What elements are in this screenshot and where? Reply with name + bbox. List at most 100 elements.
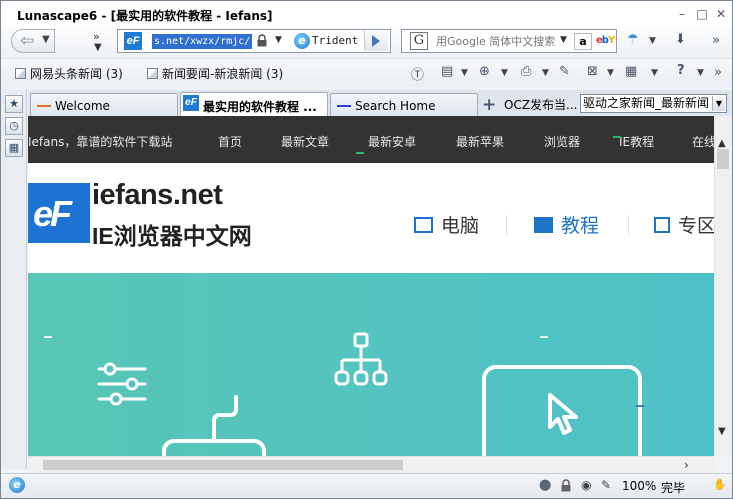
layout-dropdown-icon[interactable]: ▼	[651, 68, 658, 78]
scroll-up-icon[interactable]: ▲	[718, 138, 726, 149]
tv-icon[interactable]: Ⓣ	[411, 64, 424, 83]
help-icon[interactable]: ?	[677, 63, 685, 78]
tab-welcome[interactable]: Welcome	[30, 93, 178, 116]
tools-icon[interactable]: ✎	[559, 64, 570, 79]
ebay-icon[interactable]: ebY	[596, 35, 615, 46]
category-computer[interactable]: 电脑	[414, 211, 479, 238]
security-shield-icon[interactable]: ⬤	[539, 478, 551, 491]
google-icon[interactable]: G	[410, 32, 428, 50]
site-slogan[interactable]: Iefans，靠谱的软件下载站	[28, 133, 172, 150]
hand-cursor-icon[interactable]: ✋	[713, 478, 727, 491]
scroll-down-icon[interactable]: ▼	[718, 426, 726, 437]
tab-overflow-label[interactable]: OCZ发布当...	[504, 96, 578, 113]
site-logo-english[interactable]: iefans.net	[92, 179, 223, 212]
download-icon[interactable]: ⬇	[675, 32, 686, 47]
rendering-engine-icon[interactable]: e	[294, 33, 310, 49]
amazon-icon[interactable]: a	[574, 33, 592, 50]
print-dropdown-icon[interactable]: ▼	[542, 68, 549, 78]
favorites-star-icon[interactable]: ★	[5, 95, 23, 113]
page-viewport: Iefans，靠谱的软件下载站 首页 最新文章 最新安卓 最新苹果 浏览器 IE…	[28, 116, 714, 456]
go-arrow-icon	[372, 35, 380, 47]
category-zone[interactable]: 专区	[654, 211, 714, 238]
bookmarks-bar: 网易头条新闻 (3) 新闻要闻-新浪新闻 (3) Ⓣ ▤ ▼ ⊕ ▼ ⎙ ▼ ✎…	[1, 58, 732, 87]
new-tab-button[interactable]: +	[482, 95, 496, 115]
page-dropdown-icon[interactable]: ▼	[461, 68, 468, 78]
go-button[interactable]	[364, 31, 388, 51]
bookmarks-more-icon[interactable]: »	[714, 65, 722, 80]
decorative-dash	[540, 336, 548, 338]
tab-strip: Welcome eF 最实用的软件教程 ... Search Home + OC…	[28, 90, 732, 116]
category-label: 专区	[678, 215, 714, 237]
lock-icon	[257, 34, 267, 47]
maximize-button[interactable]: □	[692, 5, 712, 23]
address-input[interactable]: s.net/xwzx/rmjc/	[152, 34, 253, 49]
browser-window: Lunascape6 - [最实用的软件教程 - Iefans] – □ ✕ ⇦…	[0, 0, 733, 499]
site-top-nav: Iefans，靠谱的软件下载站 首页 最新文章 最新安卓 最新苹果 浏览器 IE…	[28, 116, 714, 163]
search-dropdown-icon[interactable]: ▼	[560, 35, 567, 45]
side-panel: ★ ◷ ▦	[1, 89, 27, 469]
minimize-button[interactable]: –	[672, 5, 692, 23]
site-nav-home[interactable]: 首页	[218, 133, 242, 150]
scroll-right-icon[interactable]: ›	[684, 458, 689, 472]
settings-sliders-icon	[97, 362, 147, 406]
back-dropdown-icon[interactable]: ▼	[42, 34, 50, 45]
address-dropdown-icon[interactable]: ▼	[275, 35, 282, 45]
sitemap-icon	[334, 332, 388, 386]
plug-device-icon	[162, 395, 266, 456]
site-nav-apple[interactable]: 最新苹果	[456, 133, 504, 150]
print-icon[interactable]: ⎙	[521, 64, 531, 79]
title-bar: Lunascape6 - [最实用的软件教程 - Iefans] – □ ✕	[1, 1, 732, 27]
ie-engine-icon[interactable]: e	[9, 477, 25, 493]
site-nav-ie-tutorial[interactable]: IE教程	[619, 133, 654, 150]
search-bar[interactable]: G ▼ a ebY	[401, 29, 617, 53]
horizontal-scrollbar[interactable]: ‹ ›	[28, 456, 714, 473]
horizontal-scroll-thumb[interactable]	[43, 460, 403, 470]
tab-iefans[interactable]: eF 最实用的软件教程 ...	[180, 92, 328, 116]
vertical-scrollbar[interactable]: ▲ ▼	[714, 116, 731, 456]
tab-list-select[interactable]: 驱动之家新闻_最新新闻 ▼	[580, 94, 727, 113]
category-divider	[628, 215, 629, 235]
layout-icon[interactable]: ▦	[625, 64, 637, 79]
page-icon[interactable]: ▤	[441, 64, 453, 79]
monitor-cursor-icon	[482, 365, 642, 456]
site-logo-mark[interactable]: eF	[28, 183, 90, 243]
forward-dropdown-icon[interactable]: ▼	[94, 42, 102, 53]
eye-icon[interactable]: ◉	[581, 478, 591, 492]
close-button[interactable]: ✕	[711, 5, 731, 23]
decorative-dash	[636, 405, 644, 407]
new-tab-tool-dropdown-icon[interactable]: ▼	[501, 68, 508, 78]
zoom-level[interactable]: 100%	[622, 479, 656, 493]
pencil-icon[interactable]: ✎	[601, 478, 611, 492]
search-input[interactable]	[436, 33, 560, 49]
toolbar-more-icon[interactable]: »	[712, 33, 720, 48]
site-nav-android[interactable]: 最新安卓	[368, 133, 416, 150]
chevron-down-icon[interactable]: ▼	[712, 96, 725, 111]
window-title: Lunascape6 - [最实用的软件教程 - Iefans]	[17, 9, 273, 23]
feeds-icon[interactable]: ▦	[5, 139, 23, 157]
help-dropdown-icon[interactable]: ▼	[697, 68, 704, 78]
site-logo-chinese[interactable]: IE浏览器中文网	[92, 217, 252, 251]
decorative-dash	[44, 336, 52, 338]
back-button[interactable]: ⇦ ▼	[11, 29, 55, 53]
category-label: 教程	[561, 215, 600, 237]
tab-label: Search Home	[355, 99, 436, 113]
site-nav-latest[interactable]: 最新文章	[281, 133, 329, 150]
close-page-dropdown-icon[interactable]: ▼	[607, 68, 614, 78]
site-nav-browser[interactable]: 浏览器	[544, 133, 580, 150]
tab-search-home[interactable]: Search Home	[330, 93, 478, 116]
site-nav-online[interactable]: 在线	[692, 133, 714, 150]
umbrella-icon[interactable]: ☂	[627, 32, 639, 47]
category-tutorial[interactable]: 教程	[534, 211, 599, 238]
close-page-icon[interactable]: ⊠	[587, 64, 598, 79]
status-lock-icon[interactable]	[561, 479, 571, 492]
rendering-engine-label[interactable]: Trident	[312, 34, 358, 47]
address-bar[interactable]: eF s.net/xwzx/rmjc/ ▼ e Trident	[117, 29, 391, 53]
tab-label: Welcome	[55, 99, 110, 113]
history-clock-icon[interactable]: ◷	[5, 117, 23, 135]
bookmark-item[interactable]: 新闻要闻-新浪新闻 (3)	[147, 65, 283, 82]
bookmark-item[interactable]: 网易头条新闻 (3)	[15, 65, 123, 82]
new-tab-tool-icon[interactable]: ⊕	[479, 64, 490, 79]
vertical-scroll-thumb[interactable]	[717, 149, 729, 169]
zone-icon	[654, 217, 670, 233]
umbrella-dropdown-icon[interactable]: ▼	[649, 36, 656, 46]
